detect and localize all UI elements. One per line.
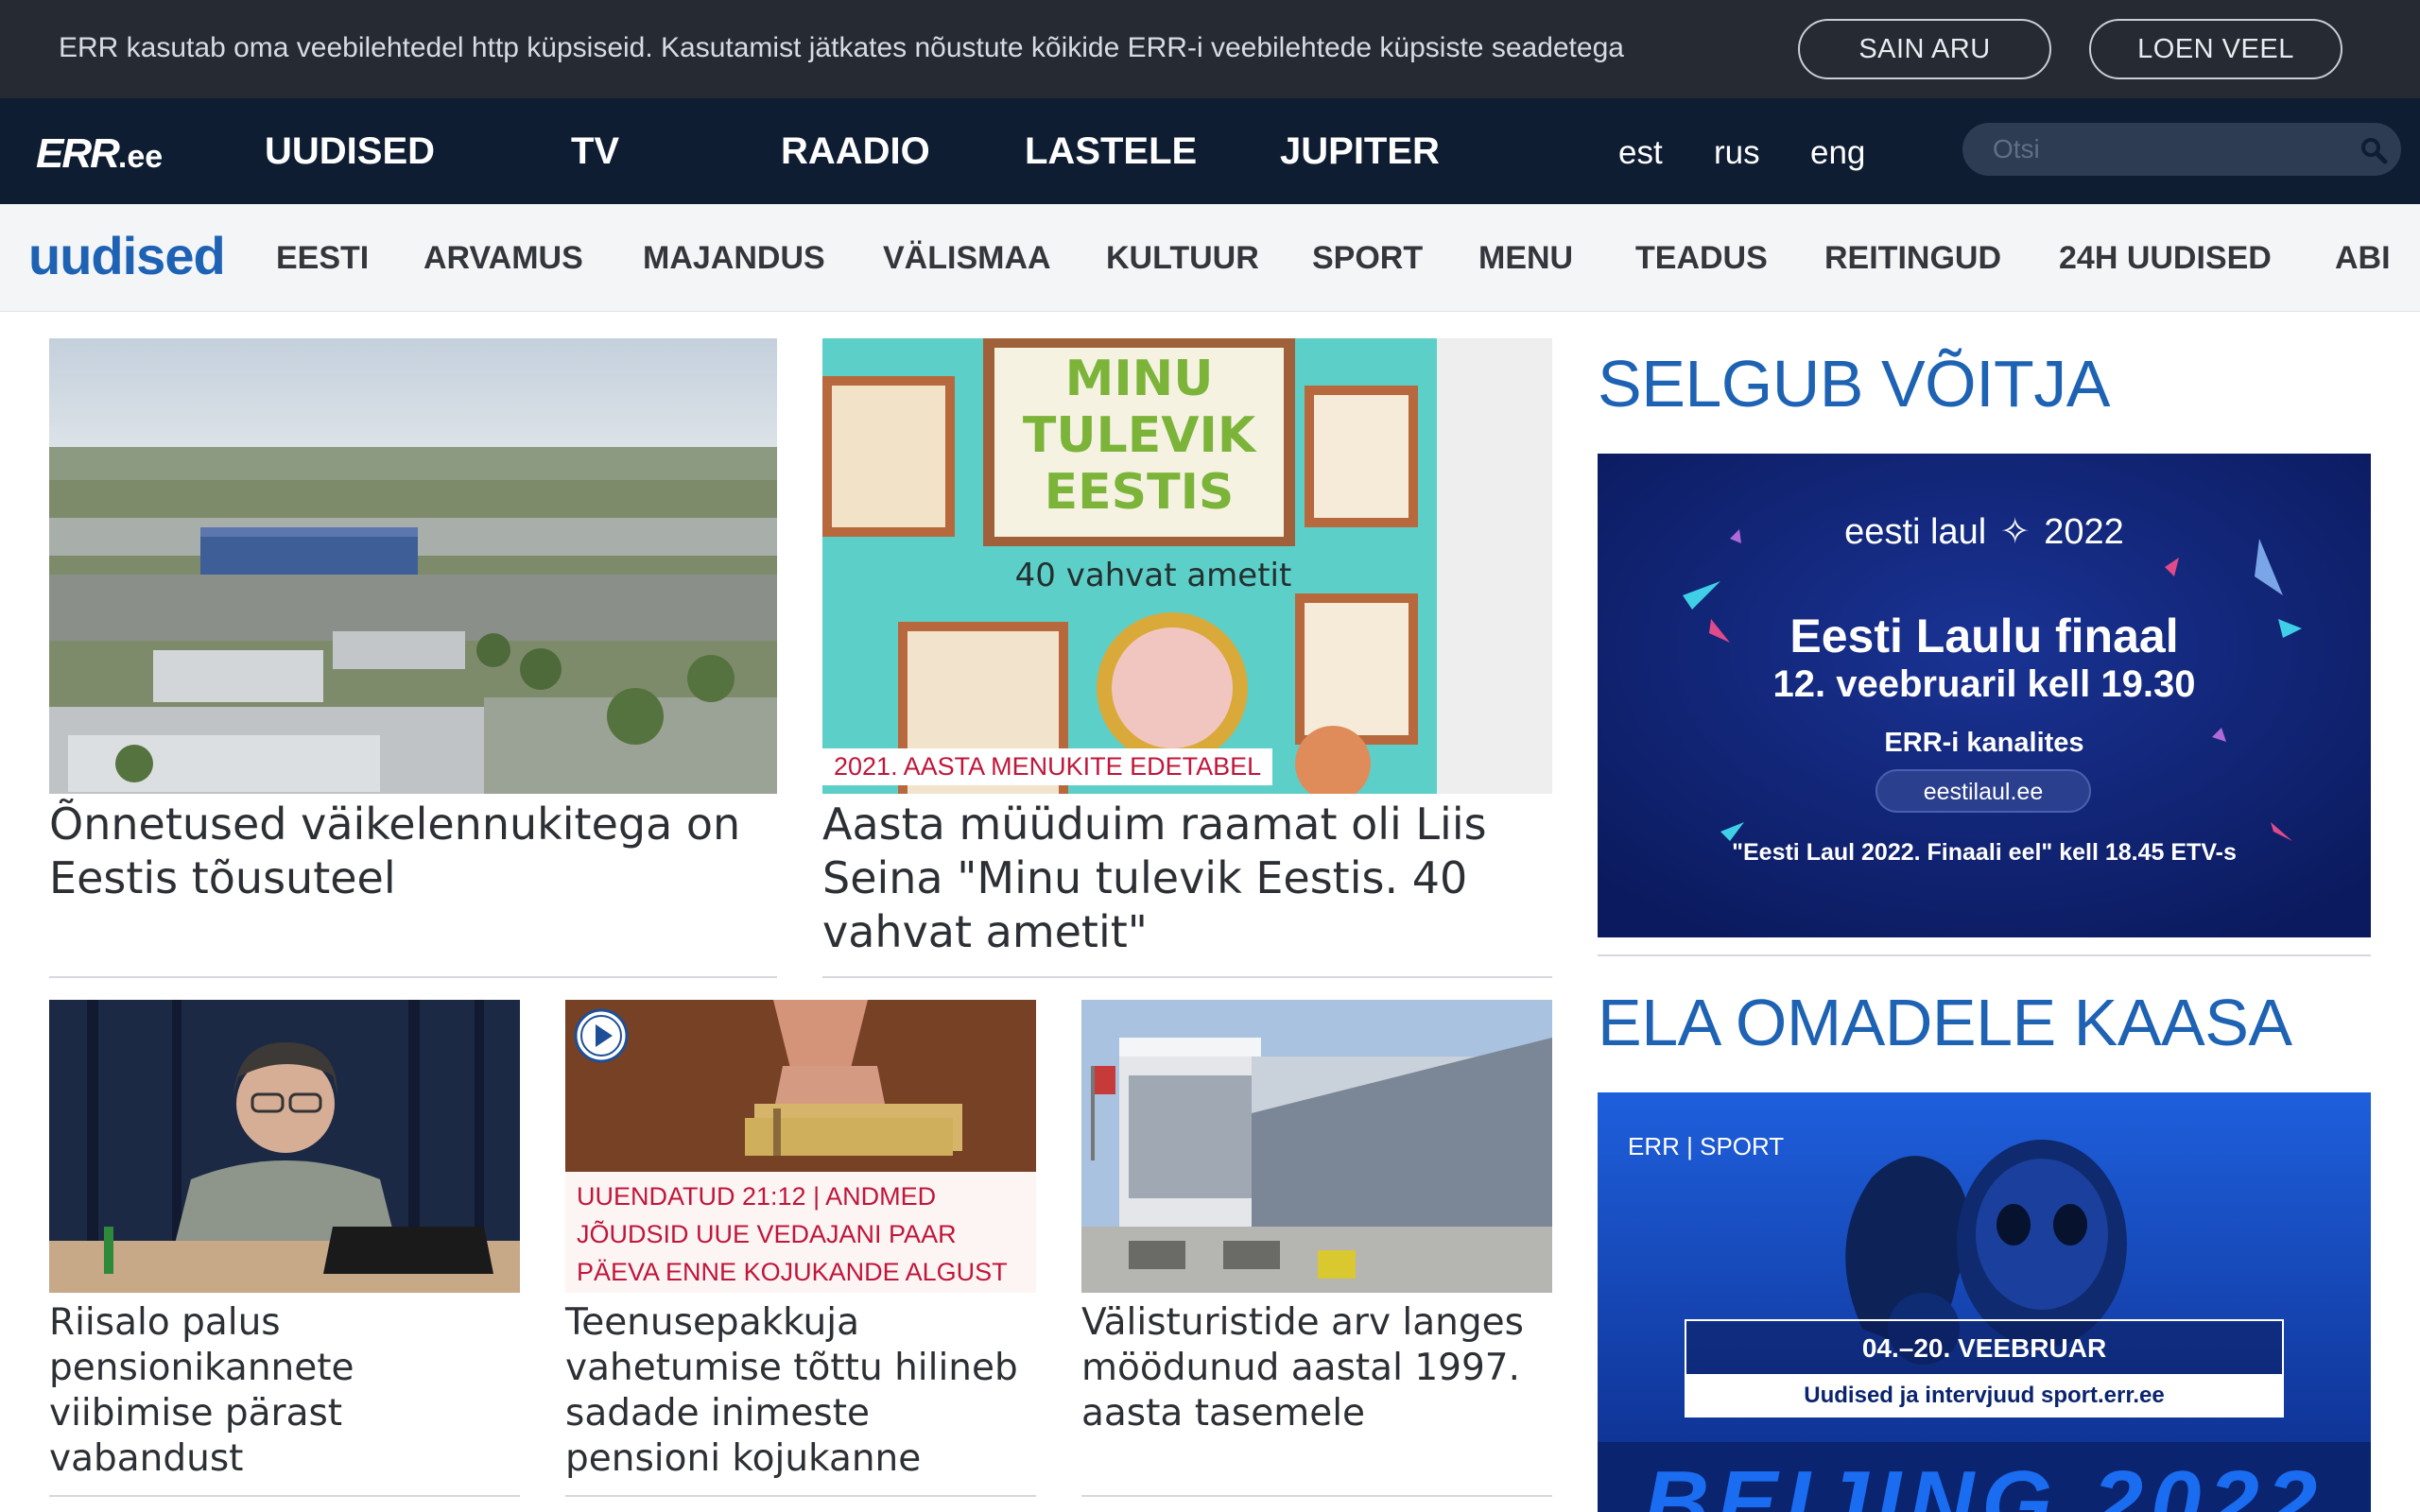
article-headline-pension[interactable]: Teenusepakkuja vahetumise tõttu hilineb … [565, 1300, 1036, 1482]
eesti-laul-url[interactable]: eestilaul.ee [1876, 769, 2091, 813]
article-divider [49, 1495, 520, 1497]
sidebar-title-winner[interactable]: SELGUB VÕITJA [1598, 346, 2110, 421]
article-image-airport[interactable] [49, 338, 777, 794]
book-title-line-1: MINU [1065, 351, 1214, 407]
language-est[interactable]: est [1618, 134, 1663, 172]
eesti-laul-brand-text: eesti laul [1844, 512, 1987, 552]
search-box [1962, 123, 2401, 176]
sidebar-title-cheer[interactable]: ELA OMADELE KAASA [1598, 985, 2292, 1060]
subnav-item-majandus[interactable]: MAJANDUS [643, 240, 825, 277]
nav-item-uudised[interactable]: UUDISED [265, 130, 435, 173]
cookie-banner: ERR kasutab oma veebilehtedel http küpsi… [0, 0, 2420, 98]
subnav-item-valismaa[interactable]: VÄLISMAA [883, 240, 1051, 277]
subnav-item-teadus[interactable]: TEADUS [1635, 240, 1768, 277]
eesti-laul-channels: ERR-i kanalites [1884, 728, 2084, 758]
article-image-harbour[interactable] [1081, 1000, 1552, 1293]
sidebar-divider [1598, 954, 2371, 956]
article-headline-airport[interactable]: Õnnetused väikelennukitega on Eestis tõu… [49, 798, 777, 905]
book-title-line-2: TULEVIK [1023, 407, 1257, 464]
language-rus[interactable]: rus [1714, 134, 1760, 172]
section-navigation: uudised EESTI ARVAMUS MAJANDUS VÄLISMAA … [0, 204, 2420, 312]
search-icon[interactable] [2360, 136, 2388, 164]
subnav-item-kultuur[interactable]: KULTUUR [1106, 240, 1259, 277]
nav-item-lastele[interactable]: LASTELE [1025, 130, 1197, 173]
article-image-pension[interactable] [565, 1000, 1036, 1172]
article-headline-book[interactable]: Aasta müüduim raamat oli Liis Seina "Min… [822, 798, 1552, 959]
article-divider [565, 1495, 1036, 1497]
beijing-banner[interactable]: ERR | SPORT 04.–20. VEEBRUAR Uudised ja … [1598, 1092, 2371, 1512]
main-navigation: ERR.ee UUDISED TV RAADIO LASTELE JUPITER… [0, 98, 2420, 204]
article-divider [822, 976, 1552, 978]
subnav-item-24h-uudised[interactable]: 24H UUDISED [2059, 240, 2272, 277]
err-sport-logo: ERR | SPORT [1628, 1132, 1785, 1160]
subnav-item-eesti[interactable]: EESTI [276, 240, 369, 277]
article-divider [1081, 1495, 1552, 1497]
section-brand[interactable]: uudised [28, 225, 226, 286]
nav-item-raadio[interactable]: RAADIO [781, 130, 930, 173]
eesti-laul-headline: Eesti Laulu finaal [1789, 610, 2179, 662]
eesti-laul-year: 2022 [2044, 512, 2124, 552]
eesti-laul-date: 12. veebruaril kell 19.30 [1772, 663, 2196, 705]
subnav-item-menu[interactable]: MENU [1478, 240, 1573, 277]
language-eng[interactable]: eng [1810, 134, 1865, 172]
beijing-caption: Uudised ja intervjuud sport.err.ee [1685, 1376, 2284, 1418]
nav-item-tv[interactable]: TV [571, 130, 619, 173]
article-image-riisalo[interactable] [49, 1000, 520, 1293]
eesti-laul-brand: eesti laul ✧ 2022 [1598, 510, 2371, 553]
article-headline-harbour[interactable]: Välisturistide arv langes möödunud aasta… [1081, 1300, 1552, 1436]
subnav-item-arvamus[interactable]: ARVAMUS [424, 240, 583, 277]
article-divider [49, 976, 777, 978]
cookie-accept-button[interactable]: SAIN ARU [1798, 19, 2051, 79]
book-subtitle: 40 vahvat ametit [1015, 557, 1292, 594]
cookie-text: ERR kasutab oma veebilehtedel http küpsi… [59, 32, 1624, 63]
play-icon[interactable] [573, 1007, 630, 1064]
article-headline-riisalo[interactable]: Riisalo palus pensionikannete viibimise … [49, 1300, 520, 1482]
eesti-laul-banner[interactable]: eesti laul ✧ 2022 Eesti Laulu finaal 12.… [1598, 454, 2371, 937]
subnav-item-abi[interactable]: ABI [2335, 240, 2391, 277]
article-image-book[interactable]: MINU TULEVIK EESTIS 40 vahvat ametit 202… [822, 338, 1552, 794]
nav-item-jupiter[interactable]: JUPITER [1280, 130, 1440, 173]
err-logo[interactable]: ERR.ee [36, 130, 163, 178]
article-tag-pension: UUENDATUD 21:12 | ANDMED JÕUDSID UUE VED… [565, 1172, 1036, 1293]
subnav-item-reitingud[interactable]: REITINGUD [1824, 240, 2001, 277]
article-tag-book: 2021. AASTA MENUKITE EDETABEL [822, 748, 1273, 785]
cookie-read-more-button[interactable]: LOEN VEEL [2089, 19, 2342, 79]
beijing-big-title: BEIJING 2022 [1643, 1452, 2325, 1512]
book-title-line-3: EESTIS [1045, 464, 1235, 521]
eesti-laul-footer: "Eesti Laul 2022. Finaali eel" kell 18.4… [1732, 839, 2237, 866]
beijing-dates: 04.–20. VEEBRUAR [1685, 1319, 2284, 1376]
eesti-laul-logo-icon: ✧ [1999, 512, 2031, 552]
logo-err-text: ERR [36, 130, 120, 177]
logo-ee-text: .ee [117, 139, 164, 175]
search-input[interactable] [1991, 132, 2341, 166]
subnav-item-sport[interactable]: SPORT [1312, 240, 1423, 277]
